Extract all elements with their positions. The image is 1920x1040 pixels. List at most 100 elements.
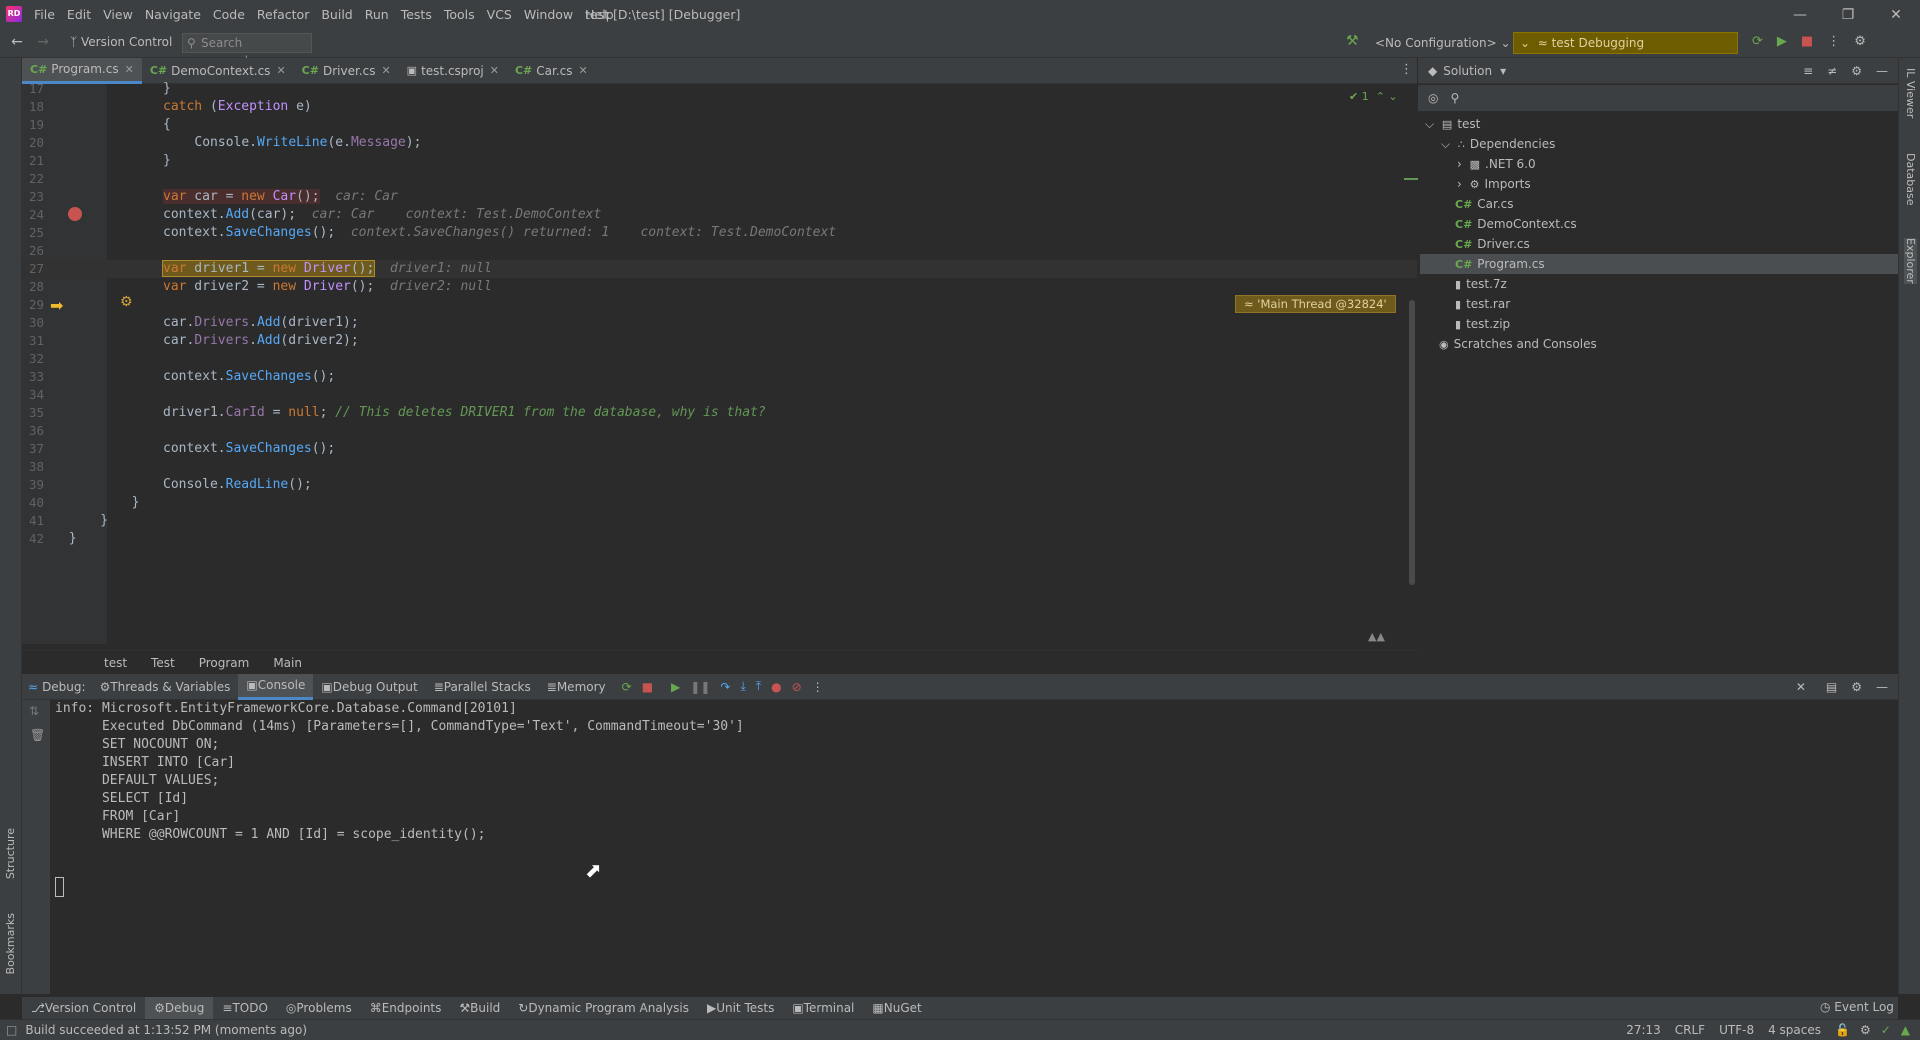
close-tab-icon[interactable]: ✕: [381, 64, 390, 77]
menu-view[interactable]: View: [103, 7, 133, 22]
menu-edit[interactable]: Edit: [67, 7, 91, 22]
version-control-button[interactable]: ᛉ Version Control: [70, 35, 172, 49]
reader-mode-icon[interactable]: ▲▲: [1368, 630, 1385, 643]
tool-tab-todo[interactable]: ≡ TODO: [213, 997, 277, 1019]
file-encoding[interactable]: UTF-8: [1719, 1023, 1754, 1037]
rerun-icon[interactable]: ⟳: [622, 680, 632, 694]
stop-icon[interactable]: ■: [1801, 34, 1813, 49]
updates-icon[interactable]: ▲: [1901, 1023, 1910, 1037]
locate-file-icon[interactable]: ◎: [1428, 91, 1438, 105]
tree-item-scratches-and-consoles[interactable]: ◉ Scratches and Consoles: [1439, 334, 1597, 354]
configuration-selector[interactable]: <No Configuration> ⌄: [1375, 36, 1511, 50]
layout-icon[interactable]: ▤: [1826, 680, 1837, 694]
tree-item--net-6-0[interactable]: › ▩ .NET 6.0: [1457, 154, 1536, 174]
tab-debug-output[interactable]: ▣ Debug Output: [313, 674, 425, 700]
line-ending[interactable]: CRLF: [1675, 1023, 1705, 1037]
restore-icon[interactable]: ❐: [1824, 7, 1872, 23]
back-arrow-icon[interactable]: ←: [4, 34, 30, 50]
breadcrumb-main[interactable]: Main: [273, 656, 302, 670]
il-viewer-tool-button[interactable]: IL Viewer: [1904, 68, 1917, 118]
pause-icon[interactable]: ❚❚: [690, 680, 710, 694]
tree-item-test-rar[interactable]: ▮ test.rar: [1455, 294, 1510, 314]
chevron-right-icon[interactable]: ›: [1457, 157, 1466, 171]
tool-tab-endpoints[interactable]: ⌘ Endpoints: [361, 997, 451, 1019]
event-log-button[interactable]: ◷ Event Log: [1820, 1000, 1894, 1014]
indent-setting[interactable]: 4 spaces: [1768, 1023, 1821, 1037]
tree-item-program-cs[interactable]: C# Program.cs: [1455, 254, 1545, 274]
mute-breakpoints-icon[interactable]: ⊘: [792, 680, 802, 694]
close-icon[interactable]: ✕: [1796, 680, 1806, 694]
caret-position[interactable]: 27:13: [1626, 1023, 1661, 1037]
search-everywhere-field[interactable]: ⚲ Search everywhere: [182, 33, 312, 68]
solution-title[interactable]: Solution: [1443, 64, 1492, 78]
menu-build[interactable]: Build: [321, 7, 352, 22]
menu-tools[interactable]: Tools: [444, 7, 475, 22]
status-panel-icon[interactable]: □: [6, 1023, 17, 1037]
close-tab-icon[interactable]: ✕: [125, 63, 134, 76]
tab-options-icon[interactable]: ⋮: [1400, 62, 1413, 77]
tool-tab-problems[interactable]: ◎ Problems: [277, 997, 361, 1019]
tree-item-dependencies[interactable]: ⌵ ∴ Dependencies: [1441, 134, 1555, 154]
tree-item-driver-cs[interactable]: C# Driver.cs: [1455, 234, 1530, 254]
console-input-cursor[interactable]: [55, 877, 64, 897]
tool-tab-debug[interactable]: ⚙ Debug: [145, 997, 214, 1019]
explorer-tool-button[interactable]: Explorer: [1904, 238, 1917, 284]
build-hammer-icon[interactable]: ⚒: [1346, 33, 1359, 49]
resume-icon[interactable]: ▶: [1777, 34, 1787, 49]
tab-memory[interactable]: ≣ Memory: [539, 674, 614, 700]
tree-item-test[interactable]: ⌵ ▤ test: [1425, 114, 1480, 134]
chevron-right-icon[interactable]: ›: [1457, 177, 1466, 191]
step-into-icon[interactable]: ⤓: [740, 679, 745, 694]
chevron-down-icon[interactable]: ▾: [1500, 64, 1506, 78]
bookmarks-tool-button[interactable]: Bookmarks: [4, 913, 17, 974]
stop-icon[interactable]: ■: [642, 680, 653, 694]
close-icon[interactable]: ✕: [1872, 7, 1920, 23]
tree-item-democontext-cs[interactable]: C# DemoContext.cs: [1455, 214, 1577, 234]
more-actions-icon[interactable]: ⋮: [1827, 34, 1840, 49]
inspection-widget[interactable]: ✔ 1 ⌃ ⌄: [1349, 90, 1398, 103]
tree-item-car-cs[interactable]: C# Car.cs: [1455, 194, 1514, 214]
quick-action-icon[interactable]: ⚙: [120, 294, 133, 310]
menu-run[interactable]: Run: [365, 7, 389, 22]
tool-tab-unit-tests[interactable]: ▶ Unit Tests: [698, 997, 783, 1019]
menu-refactor[interactable]: Refactor: [257, 7, 309, 22]
hide-panel-icon[interactable]: —: [1876, 64, 1888, 78]
close-tab-icon[interactable]: ✕: [276, 64, 285, 77]
tab-parallel-stacks[interactable]: ≣ Parallel Stacks: [426, 674, 539, 700]
minimize-icon[interactable]: —: [1776, 7, 1824, 23]
settings-gear-icon[interactable]: ⚙: [1851, 680, 1862, 694]
tree-item-imports[interactable]: › ⚙ Imports: [1457, 174, 1531, 194]
menu-navigate[interactable]: Navigate: [145, 7, 201, 22]
tree-item-test-7z[interactable]: ▮ test.7z: [1455, 274, 1507, 294]
breadcrumb-test[interactable]: Test: [151, 656, 175, 670]
tree-item-test-zip[interactable]: ▮ test.zip: [1455, 314, 1510, 334]
editor-scrollbar[interactable]: [1409, 300, 1415, 585]
rerun-icon[interactable]: ⟳: [1752, 34, 1763, 49]
resume-icon[interactable]: ▶: [671, 680, 680, 694]
more-actions-icon[interactable]: ⋮: [812, 680, 824, 694]
expand-all-icon[interactable]: ≡: [1803, 64, 1813, 78]
tab-console[interactable]: ▣ Console: [238, 673, 314, 700]
tool-tab-dynamic-program-analysis[interactable]: ↻ Dynamic Program Analysis: [509, 997, 698, 1019]
debug-console[interactable]: info: Microsoft.EntityFrameworkCore.Data…: [52, 700, 1886, 994]
close-tab-icon[interactable]: ✕: [579, 64, 588, 77]
lock-icon[interactable]: 🔓: [1835, 1023, 1850, 1037]
menu-file[interactable]: File: [34, 7, 55, 22]
menu-window[interactable]: Window: [524, 7, 573, 22]
tool-tab-nuget[interactable]: ▦ NuGet: [863, 997, 930, 1019]
menu-tests[interactable]: Tests: [401, 7, 432, 22]
clear-console-icon[interactable]: 🗑: [30, 728, 45, 742]
chevron-down-icon[interactable]: ⌵: [1441, 137, 1454, 151]
breadcrumb-program[interactable]: Program: [199, 656, 250, 670]
tool-tab-build[interactable]: ⚒ Build: [450, 997, 509, 1019]
menu-code[interactable]: Code: [213, 7, 245, 22]
forward-arrow-icon[interactable]: →: [30, 34, 56, 50]
database-tool-button[interactable]: Database: [1904, 153, 1917, 206]
view-breakpoints-icon[interactable]: ●: [771, 680, 781, 694]
settings-gear-icon[interactable]: ⚙: [1854, 34, 1866, 49]
step-out-icon[interactable]: ⤒: [756, 679, 761, 694]
breakpoint-icon[interactable]: [68, 207, 82, 221]
structure-tool-button[interactable]: Structure: [4, 828, 17, 879]
tool-tab-terminal[interactable]: ▣ Terminal: [783, 997, 863, 1019]
collapse-all-icon[interactable]: ≠: [1827, 64, 1837, 78]
